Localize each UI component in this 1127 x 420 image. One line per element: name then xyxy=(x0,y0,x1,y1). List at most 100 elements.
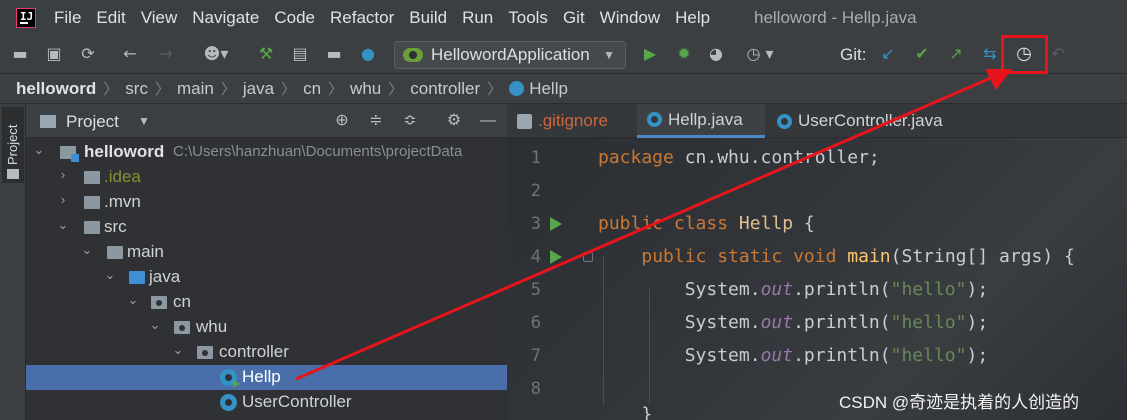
chevron-right-icon[interactable]: › xyxy=(56,167,70,182)
line-number: 3 xyxy=(530,214,541,234)
menu-navigate[interactable]: Navigate xyxy=(192,8,259,28)
run-gutter-icon[interactable] xyxy=(550,250,562,264)
breadcrumb-item[interactable]: java xyxy=(243,79,274,99)
breadcrumb-item[interactable]: main xyxy=(177,79,214,99)
run-gutter-icon[interactable] xyxy=(550,217,562,231)
editor-gutter: 1 2 3 4 5 6 7 8 xyxy=(507,138,593,420)
gear-icon[interactable]: ⚙ xyxy=(444,111,464,131)
tree-row-java[interactable]: ⌄ java xyxy=(26,265,507,290)
project-tool-tab[interactable]: Project xyxy=(2,107,24,183)
menu-view[interactable]: View xyxy=(141,8,178,28)
git-compare-icon[interactable]: ⇆ xyxy=(980,44,1000,64)
save-icon[interactable]: ▣ xyxy=(44,44,64,64)
profile-icon[interactable]: ◷ ▾ xyxy=(740,44,780,64)
debug-icon[interactable]: ✹ xyxy=(674,44,694,64)
folder-icon xyxy=(84,196,100,209)
chevron-down-icon[interactable]: ⌄ xyxy=(126,292,140,308)
tree-row-controller[interactable]: ⌄ controller xyxy=(26,340,507,365)
chevron-down-icon[interactable]: ⌄ xyxy=(56,217,70,233)
menu-help[interactable]: Help xyxy=(675,8,710,28)
menu-window[interactable]: Window xyxy=(600,8,660,28)
menu-git[interactable]: Git xyxy=(563,8,585,28)
tab-gitignore[interactable]: .gitignore xyxy=(507,104,635,138)
chevron-down-icon[interactable]: ⌄ xyxy=(80,242,94,258)
back-icon[interactable]: ← xyxy=(120,44,140,64)
tree-row-idea[interactable]: › .idea xyxy=(26,165,507,190)
chevron-down-icon[interactable]: ⌄ xyxy=(32,142,46,158)
folder-icon[interactable]: ▬ xyxy=(324,44,344,64)
chevron-down-icon[interactable]: ⌄ xyxy=(103,267,117,283)
breadcrumb: helloword 〉 src 〉 main 〉 java 〉 cn 〉 whu… xyxy=(0,74,1127,104)
hide-panel-icon[interactable]: — xyxy=(478,111,498,131)
intellij-logo-icon[interactable]: IJ xyxy=(16,8,36,28)
line-number: 6 xyxy=(530,313,541,333)
menu-run[interactable]: Run xyxy=(462,8,493,28)
tree-row-mvn[interactable]: › .mvn xyxy=(26,190,507,215)
locate-target-icon[interactable]: ⊕ xyxy=(332,111,352,131)
tree-row-hellp[interactable]: Hellp xyxy=(26,365,507,390)
expand-all-icon[interactable]: ≑ xyxy=(366,111,386,131)
chevron-down-icon[interactable]: ⌄ xyxy=(148,317,162,333)
code-line-8[interactable]: } xyxy=(598,404,652,420)
forward-icon[interactable]: → xyxy=(156,44,176,64)
coverage-icon[interactable]: ◕ xyxy=(706,44,726,64)
tree-row-helloword[interactable]: ⌄ helloword C:\Users\hanzhuan\Documents\… xyxy=(26,140,507,165)
folder-icon xyxy=(84,221,100,234)
menu-tools[interactable]: Tools xyxy=(508,8,548,28)
tab-hellp-java[interactable]: Hellp.java xyxy=(637,104,765,138)
breadcrumb-item[interactable]: src xyxy=(125,79,148,99)
tree-label: controller xyxy=(219,342,289,361)
breadcrumb-item[interactable]: helloword xyxy=(16,79,96,99)
build-hammer-icon[interactable]: ⚒ xyxy=(256,44,276,64)
run-configuration-dropdown[interactable]: HellowordApplication ▼ xyxy=(394,41,626,69)
code-line-5[interactable]: System.out.println("hello"); xyxy=(598,279,988,300)
project-panel-title[interactable]: Project xyxy=(66,112,119,132)
menu-build[interactable]: Build xyxy=(409,8,447,28)
class-icon[interactable]: ● xyxy=(358,44,378,64)
breadcrumb-item[interactable]: whu xyxy=(350,79,381,99)
code-line-4[interactable]: public static void main(String[] args) { xyxy=(598,246,1075,267)
open-folder-icon[interactable]: ▬ xyxy=(10,44,30,64)
breadcrumb-item[interactable]: Hellp xyxy=(529,79,568,99)
package-icon xyxy=(151,296,167,309)
git-push-icon[interactable]: ↗ xyxy=(946,44,966,64)
breadcrumb-item[interactable]: cn xyxy=(303,79,321,99)
sync-icon[interactable]: ⟳ xyxy=(78,44,98,64)
string-literal: "hello" xyxy=(890,279,967,300)
tree-row-usercontroller[interactable]: UserController xyxy=(26,390,507,415)
tree-row-src[interactable]: ⌄ src xyxy=(26,215,507,240)
code-text: .println( xyxy=(793,345,891,366)
left-tool-strip: Project xyxy=(0,104,26,420)
git-commit-icon[interactable]: ✔ xyxy=(912,44,932,64)
chevron-down-icon[interactable]: ⌄ xyxy=(171,342,185,358)
menu-refactor[interactable]: Refactor xyxy=(330,8,394,28)
user-icon[interactable]: ☻▾ xyxy=(198,44,234,64)
menu-code[interactable]: Code xyxy=(274,8,315,28)
menu-file[interactable]: File xyxy=(54,8,81,28)
breadcrumb-item[interactable]: controller xyxy=(410,79,480,99)
tree-label: UserController xyxy=(242,392,352,411)
folder-icon xyxy=(107,246,123,259)
code-line-3[interactable]: public class Hellp { xyxy=(598,213,815,234)
code-line-7[interactable]: System.out.println("hello"); xyxy=(598,345,988,366)
tree-row-whu[interactable]: ⌄ whu xyxy=(26,315,507,340)
tree-label: main xyxy=(127,242,164,261)
code-line-1[interactable]: package cn.whu.controller; xyxy=(598,147,880,168)
file-icon[interactable]: ▤ xyxy=(290,44,310,64)
tab-usercontroller-java[interactable]: UserController.java xyxy=(767,104,967,138)
git-update-icon[interactable]: ↙ xyxy=(878,44,898,64)
rollback-icon[interactable]: ↶ xyxy=(1048,44,1068,64)
collapse-all-icon[interactable]: ≎ xyxy=(400,111,420,131)
menu-edit[interactable]: Edit xyxy=(96,8,125,28)
tree-row-main[interactable]: ⌄ main xyxy=(26,240,507,265)
fold-icon[interactable] xyxy=(583,252,593,262)
run-icon[interactable]: ▶ xyxy=(640,44,660,64)
chevron-down-icon[interactable]: ▼ xyxy=(138,114,150,128)
breadcrumb-separator: 〉 xyxy=(281,81,297,98)
code-line-6[interactable]: System.out.println("hello"); xyxy=(598,312,988,333)
class-name: Hellp xyxy=(738,213,794,234)
chevron-right-icon[interactable]: › xyxy=(56,192,70,207)
tree-row-cn[interactable]: ⌄ cn xyxy=(26,290,507,315)
